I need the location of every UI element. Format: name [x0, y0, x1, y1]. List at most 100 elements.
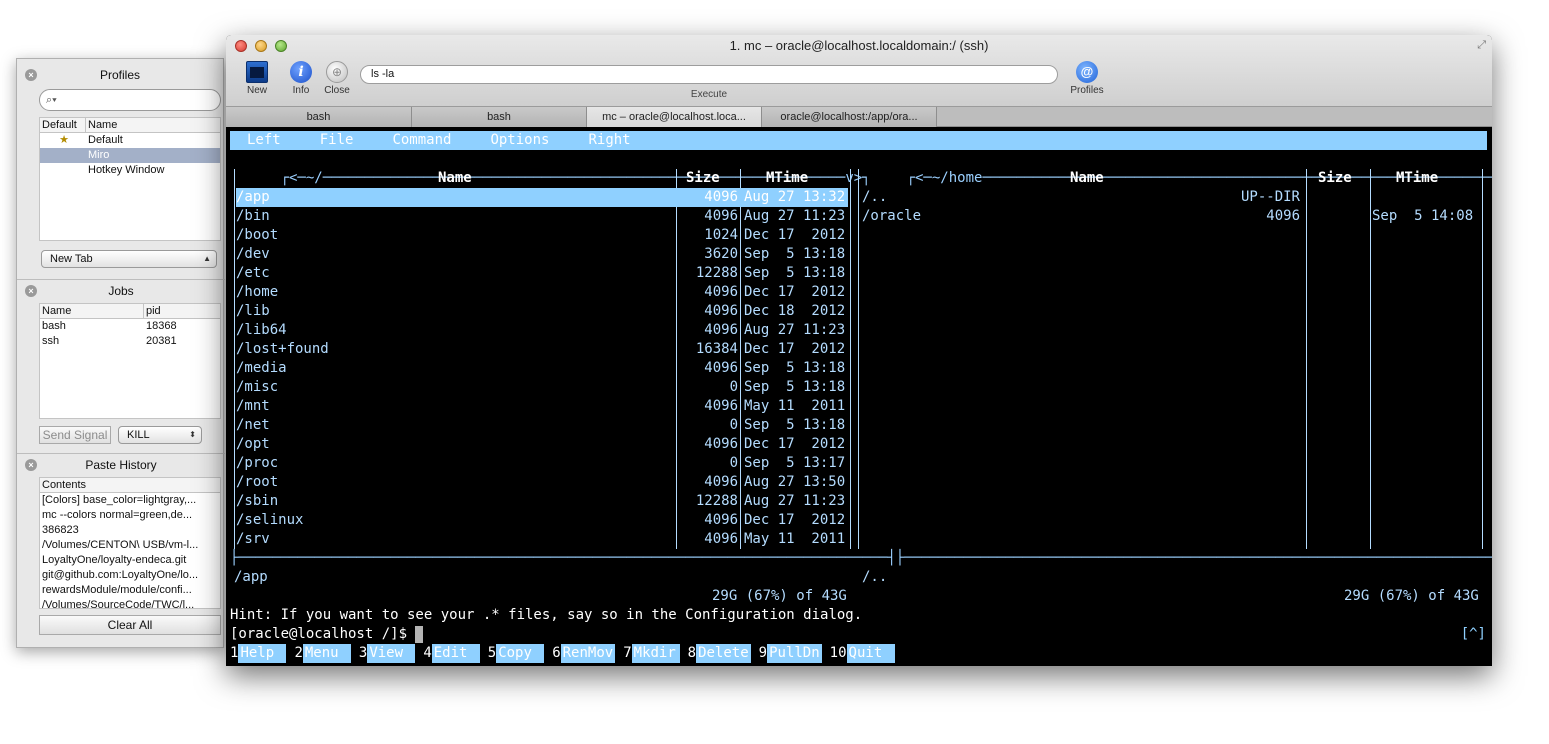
file-row[interactable]: /misc 0 Sep 5 13:18	[236, 378, 848, 397]
file-row[interactable]: /lost+found 16384 Dec 17 2012	[236, 340, 848, 359]
file-name: /misc	[236, 379, 279, 395]
tab-bash-2[interactable]: bash	[412, 107, 587, 127]
tab-oracle[interactable]: oracle@localhost:/app/ora...	[762, 107, 937, 127]
file-row[interactable]: /mnt 4096 May 11 2011	[236, 397, 848, 416]
profile-row-default[interactable]: ★ Default	[40, 133, 220, 148]
paste-history-item[interactable]: LoyaltyOne/loyalty-endeca.git	[40, 553, 220, 568]
file-name: /root	[236, 474, 279, 490]
file-row[interactable]: /opt 4096 Dec 17 2012	[236, 435, 848, 454]
file-row[interactable]: /app 4096 Aug 27 13:32	[236, 188, 848, 207]
left-disk-usage: 29G (67%) of 43G	[712, 588, 847, 604]
right-pane-top-border: ┌<─~/home───────────────────────────────…	[906, 170, 1492, 186]
profiles-search-input[interactable]: ⌕▾	[39, 89, 221, 111]
file-size: 12288	[695, 493, 738, 509]
file-row[interactable]: /lib 4096 Dec 18 2012	[236, 302, 848, 321]
file-name: /lost+found	[236, 341, 329, 357]
file-row[interactable]: /etc 12288 Sep 5 13:18	[236, 264, 848, 283]
profile-row-hotkey[interactable]: Hotkey Window	[40, 163, 220, 178]
profiles-button[interactable]: @ Profiles	[1066, 61, 1108, 96]
left-header-name[interactable]: Name	[438, 169, 472, 188]
send-signal-button[interactable]: Send Signal	[39, 426, 111, 444]
jobs-table: Name pid bash 18368 ssh 20381	[39, 303, 221, 419]
signal-popup[interactable]: KILL ⬍	[118, 426, 202, 444]
profile-row-miro[interactable]: Miro	[40, 148, 220, 163]
paste-history-item[interactable]: /Volumes/SourceCode/TWC/l...	[40, 598, 220, 608]
column-pid[interactable]: pid	[144, 304, 220, 318]
file-size: 0	[729, 455, 738, 471]
terminal-screen[interactable]: Left File Command Options Right ┌<─~/───…	[226, 128, 1492, 666]
menu-file[interactable]: File	[320, 131, 354, 150]
clear-all-button[interactable]: Clear All	[39, 615, 221, 635]
left-pane-path: ~/	[305, 170, 323, 186]
tab-bash-1[interactable]: bash	[226, 107, 412, 127]
left-header-mtime[interactable]: MTime	[766, 169, 808, 188]
fkey-renmov[interactable]: 6 RenMov	[552, 644, 616, 663]
info-icon: i	[290, 61, 312, 83]
right-header-name[interactable]: Name	[1070, 169, 1104, 188]
file-size: 4096	[704, 474, 738, 490]
fkey-copy[interactable]: 5 Copy	[488, 644, 545, 663]
file-name: /boot	[236, 227, 279, 243]
paste-history-item[interactable]: 386823	[40, 523, 220, 538]
fkey-pulldn[interactable]: 9 PullDn	[759, 644, 822, 663]
close-icon[interactable]: ×	[25, 285, 37, 297]
right-header-mtime[interactable]: MTime	[1396, 169, 1438, 188]
info-button[interactable]: i Info	[288, 61, 314, 96]
fkey-edit[interactable]: 4 Edit	[423, 644, 480, 663]
left-header-size[interactable]: Size	[686, 169, 720, 188]
column-name[interactable]: Name	[86, 118, 220, 132]
command-history-button[interactable]: [^]	[1461, 625, 1486, 644]
column-name[interactable]: Name	[40, 304, 144, 318]
file-row[interactable]: /selinux 4096 Dec 17 2012	[236, 511, 848, 530]
file-row[interactable]: /media 4096 Sep 5 13:18	[236, 359, 848, 378]
close-button[interactable]: ⊕ Close	[322, 61, 352, 96]
fkey-help[interactable]: 1 Help	[230, 644, 287, 663]
file-row[interactable]: /net 0 Sep 5 13:18	[236, 416, 848, 435]
file-row[interactable]: /proc 0 Sep 5 13:17	[236, 454, 848, 473]
fkey-view[interactable]: 3 View	[359, 644, 416, 663]
file-row[interactable]: /srv 4096 May 11 2011	[236, 530, 848, 549]
file-name: /etc	[236, 265, 270, 281]
menu-command[interactable]: Command	[392, 131, 451, 150]
menu-left[interactable]: Left	[247, 131, 281, 150]
paste-history-item[interactable]: git@github.com:LoyaltyOne/lo...	[40, 568, 220, 583]
file-row[interactable]: /root 4096 Aug 27 13:50	[236, 473, 848, 492]
tab-mc[interactable]: mc – oracle@localhost.loca...	[587, 107, 762, 127]
file-row[interactable]: /dev 3620 Sep 5 13:18	[236, 245, 848, 264]
file-row[interactable]: /boot 1024 Dec 17 2012	[236, 226, 848, 245]
file-row[interactable]: /oracle 4096 Sep 5 14:08	[862, 207, 1480, 226]
close-icon[interactable]: ×	[25, 69, 37, 81]
file-row[interactable]: /lib64 4096 Aug 27 11:23	[236, 321, 848, 340]
column-default[interactable]: Default	[40, 118, 86, 132]
right-header-size[interactable]: Size	[1318, 169, 1352, 188]
file-name: /oracle	[862, 208, 922, 224]
file-row[interactable]: /sbin 12288 Aug 27 11:23	[236, 492, 848, 511]
fkey-quit[interactable]: 10 Quit	[830, 644, 895, 663]
fkey-delete[interactable]: 8 Delete	[688, 644, 751, 663]
job-row[interactable]: ssh 20381	[40, 334, 220, 349]
new-button[interactable]: New	[244, 61, 270, 96]
command-input[interactable]: ls -la	[360, 65, 1058, 84]
menu-right[interactable]: Right	[588, 131, 630, 150]
column-contents[interactable]: Contents	[40, 478, 220, 492]
file-row[interactable]: /home 4096 Dec 17 2012	[236, 283, 848, 302]
file-mtime: Dec 17 2012	[744, 341, 846, 357]
file-mtime: May 11 2011	[744, 531, 846, 547]
file-name: /bin	[236, 208, 270, 224]
paste-history-item[interactable]: /Volumes/CENTON\ USB/vm-l...	[40, 538, 220, 553]
job-row[interactable]: bash 18368	[40, 319, 220, 334]
paste-history-item[interactable]: [Colors] base_color=lightgray,...	[40, 493, 220, 508]
paste-history-item[interactable]: rewardsModule/module/confi...	[40, 583, 220, 598]
fkey-menu[interactable]: 2 Menu	[294, 644, 351, 663]
file-row[interactable]: /bin 4096 Aug 27 11:23	[236, 207, 848, 226]
menu-options[interactable]: Options	[490, 131, 549, 150]
fkey-mkdir[interactable]: 7 Mkdir	[623, 644, 680, 663]
file-name: /app	[236, 189, 270, 205]
fullscreen-icon[interactable]: ⤢	[1477, 39, 1486, 52]
paste-history-item[interactable]: mc --colors normal=green,de...	[40, 508, 220, 523]
new-tab-popup[interactable]: New Tab ▲	[41, 250, 217, 268]
execute-label: Execute	[690, 89, 728, 100]
shell-prompt[interactable]: [oracle@localhost /]$	[230, 625, 424, 644]
close-icon[interactable]: ×	[25, 459, 37, 471]
file-row[interactable]: /.. UP--DIR	[862, 188, 1480, 207]
